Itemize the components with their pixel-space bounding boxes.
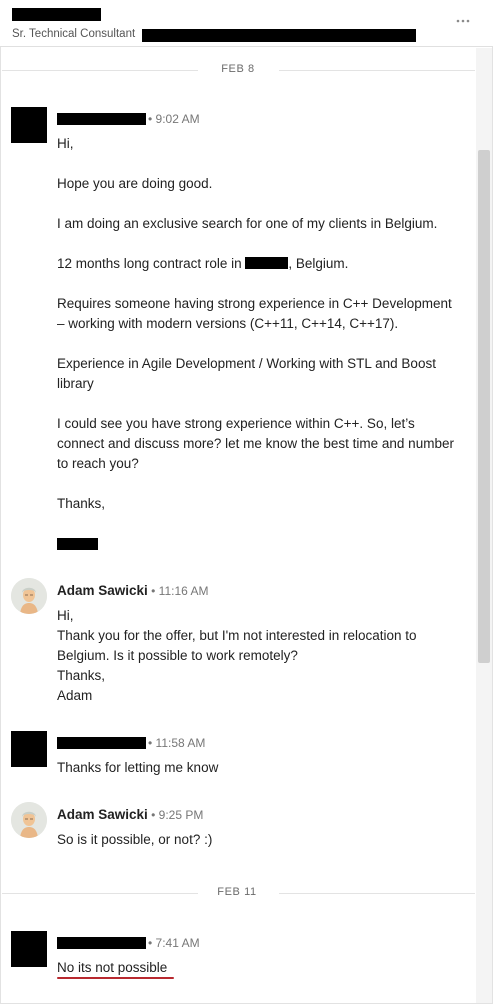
message-header: Adam Sawicki • 9:25 PM <box>57 807 204 822</box>
message-line: Belgium. Is it possible to work remotely… <box>57 648 298 663</box>
message-line: Thanks, <box>57 496 106 511</box>
message-body: So is it possible, or not? :) <box>57 830 212 850</box>
message-body: No its not possible <box>57 958 167 978</box>
message-line: library <box>57 376 94 391</box>
date-divider: FEB 8 <box>2 63 475 77</box>
sender-name[interactable]: Adam Sawicki <box>57 807 148 822</box>
message-time-value: 7:41 AM <box>155 936 200 950</box>
redacted-city <box>245 257 289 269</box>
message-time-value: 9:02 AM <box>155 112 200 126</box>
person-avatar-icon <box>11 578 47 614</box>
ellipsis-icon[interactable] <box>452 11 476 31</box>
redacted-avatar[interactable] <box>11 107 47 143</box>
message-line <box>57 234 454 254</box>
redacted-name <box>12 8 101 21</box>
message-body: Thanks for letting me know <box>57 758 218 778</box>
message-line: Hi, <box>57 608 74 623</box>
message-line: Thanks for letting me know <box>57 760 219 775</box>
highlight-underline <box>57 977 174 979</box>
avatar[interactable] <box>11 578 47 614</box>
redacted-signature <box>57 538 98 550</box>
message-line: So is it possible, or not? :) <box>57 832 213 847</box>
message-line: Adam <box>57 688 93 703</box>
message-time-value: 11:58 AM <box>155 736 206 750</box>
redacted-sender[interactable] <box>57 737 146 749</box>
message-line: to reach you? <box>57 456 139 471</box>
date-divider-label: FEB 8 <box>221 63 255 75</box>
redacted-avatar[interactable] <box>11 931 47 967</box>
redacted-company <box>142 29 416 42</box>
message-line: connect and discuss more? let me know th… <box>57 436 454 451</box>
redacted-avatar[interactable] <box>11 731 47 767</box>
message-body: Hi, Hope you are doing good. I am doing … <box>57 134 454 514</box>
message-line: Thank you for the offer, but I'm not int… <box>57 628 417 643</box>
avatar[interactable] <box>11 802 47 838</box>
message-body: Hi, Thank you for the offer, but I'm not… <box>57 606 417 706</box>
message-line: 12 months long contract role in , Belgiu… <box>57 254 454 274</box>
date-divider-label: FEB 11 <box>217 886 257 898</box>
message-line: I am doing an exclusive search for one o… <box>57 216 438 231</box>
message-line <box>57 154 454 174</box>
scrollbar-thumb[interactable] <box>478 150 490 663</box>
redacted-sender[interactable] <box>57 937 146 949</box>
message-time-value: 11:16 AM <box>158 584 209 598</box>
redacted-sender[interactable] <box>57 113 146 125</box>
person-avatar-icon <box>11 802 47 838</box>
message-line <box>57 334 454 354</box>
message-text: , Belgium. <box>288 256 349 271</box>
message-line <box>57 474 454 494</box>
sender-name[interactable]: Adam Sawicki <box>57 583 148 598</box>
header-subtitle: Sr. Technical Consultant <box>12 28 136 40</box>
message-time: • 7:41 AM <box>148 936 200 950</box>
message-time-value: 9:25 PM <box>158 808 204 822</box>
message-line: Thanks, <box>57 668 106 683</box>
message-time: • 9:02 AM <box>148 112 200 126</box>
message-line: Experience in Agile Development / Workin… <box>57 356 436 371</box>
message-line: Hi, <box>57 136 74 151</box>
message-line: No its not possible <box>57 960 168 975</box>
message-line: Requires someone having strong experienc… <box>57 296 452 311</box>
message-header: Adam Sawicki • 11:16 AM <box>57 583 209 598</box>
message-line: I could see you have strong experience w… <box>57 416 415 431</box>
message-line <box>57 194 454 214</box>
conversation-header: Sr. Technical Consultant <box>0 0 493 47</box>
message-line: Hope you are doing good. <box>57 176 213 191</box>
message-line <box>57 274 454 294</box>
message-line: – working with modern versions (C++11, C… <box>57 316 399 331</box>
message-text: 12 months long contract role in <box>57 256 242 271</box>
message-line <box>57 394 454 414</box>
message-time: • 11:58 AM <box>148 736 206 750</box>
date-divider: FEB 11 <box>2 886 475 900</box>
